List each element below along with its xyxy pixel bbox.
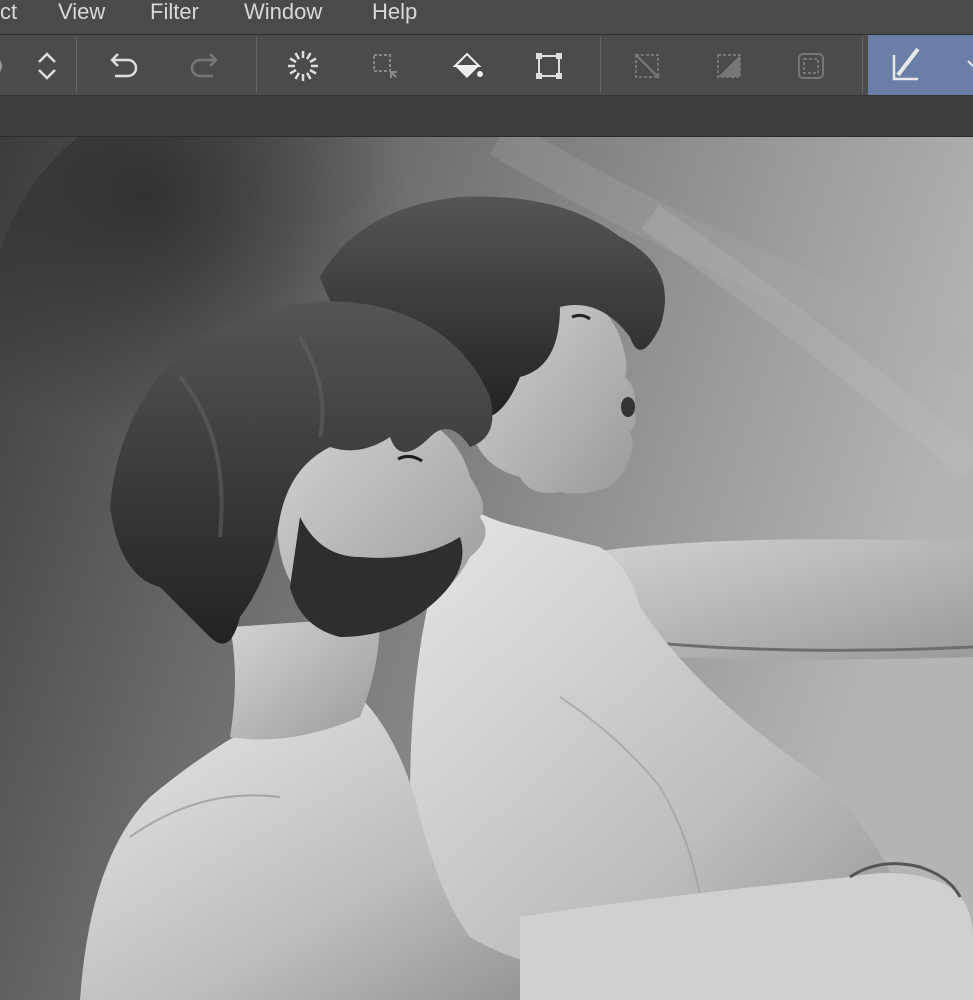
undo-icon[interactable] (100, 43, 146, 89)
tab-bar (0, 96, 973, 137)
menu-item-window[interactable]: Window (244, 0, 322, 24)
spinner-tick (309, 68, 317, 75)
selection-border-icon[interactable] (788, 43, 834, 89)
spinner-tick (305, 72, 312, 80)
spinner-tick (294, 52, 301, 60)
spinner-tick (289, 57, 297, 64)
loading-spinner-icon[interactable] (280, 43, 326, 89)
menu-item-help[interactable]: Help (372, 0, 417, 24)
stepper-updown-icon[interactable] (24, 43, 70, 89)
selection-launcher-icon[interactable] (362, 43, 408, 89)
fill-bucket-icon[interactable] (444, 43, 490, 89)
spinner-tick (309, 57, 317, 64)
spinner-tick (289, 68, 297, 75)
cut-off-tool-icon[interactable] (0, 43, 16, 89)
drawing-canvas[interactable] (0, 137, 973, 1000)
command-toolbar (0, 35, 973, 96)
redo-icon[interactable] (182, 43, 228, 89)
transform-icon[interactable] (526, 43, 572, 89)
deselect-icon[interactable] (624, 43, 670, 89)
painting-artwork (0, 137, 973, 1000)
pen-selection-icon[interactable] (868, 35, 973, 95)
menu-item-select[interactable]: ct (0, 0, 17, 24)
menu-bar: ct View Filter Window Help (0, 0, 973, 35)
spinner-tick (305, 52, 312, 60)
spinner-tick (294, 72, 301, 80)
menu-item-view[interactable]: View (58, 0, 105, 24)
menu-item-filter[interactable]: Filter (150, 0, 199, 24)
invert-selection-icon[interactable] (706, 43, 752, 89)
